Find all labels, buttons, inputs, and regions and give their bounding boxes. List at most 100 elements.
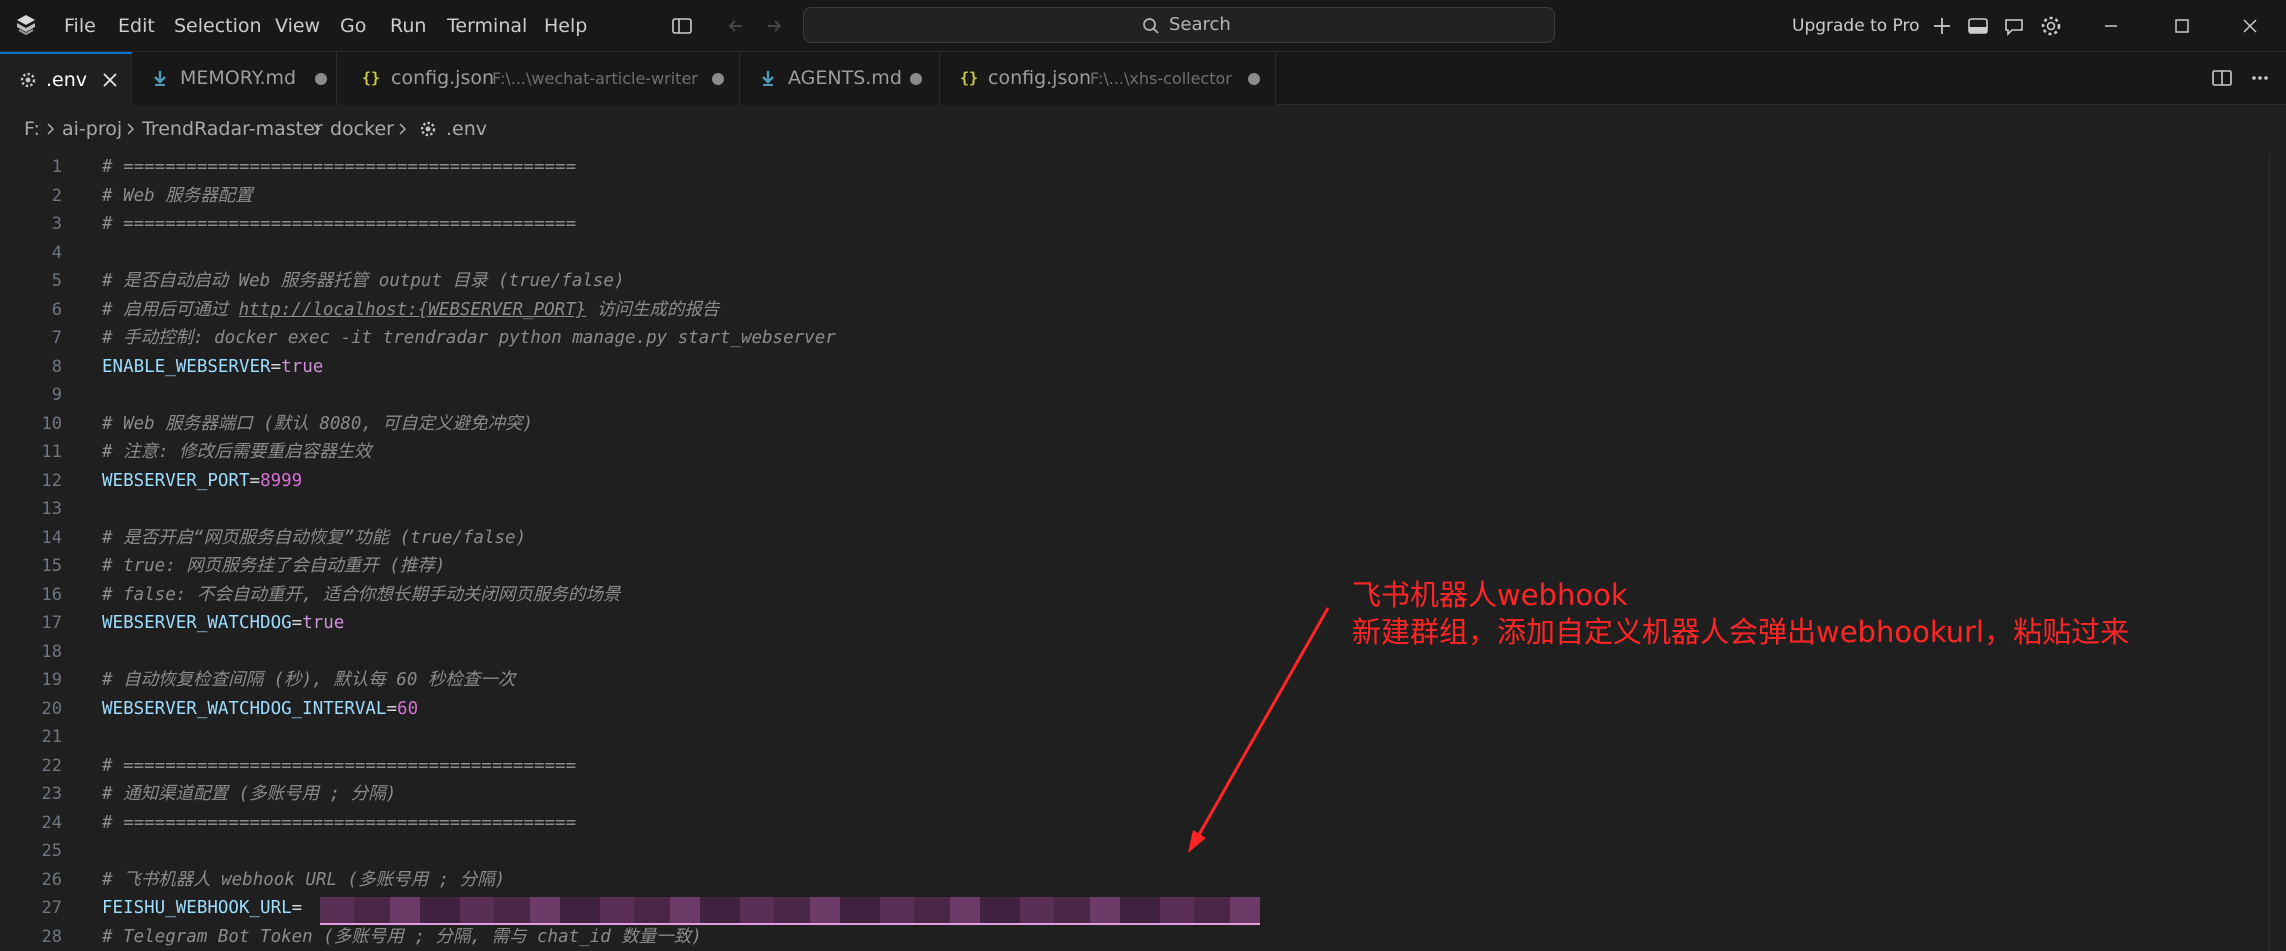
comment-text: # 手动控制: docker exec -it trendradar pytho… [102,328,836,348]
split-editor-icon[interactable] [2208,64,2236,92]
code-line: 26 # 飞书机器人 webhook URL (多账号用 ; 分隔) [0,866,2270,895]
gear-icon [420,121,436,137]
tab-config-json-xhs[interactable]: {} config.json F:\...\xhs-collector [940,52,1276,105]
chat-icon[interactable] [2000,12,2028,40]
tab-description: F:\...\wechat-article-writer [492,69,698,88]
menu-edit[interactable]: Edit [114,12,159,40]
tab-label: AGENTS.md [788,67,902,89]
menu-selection[interactable]: Selection [170,12,266,40]
code-line: 8 ENABLE_WEBSERVER=true [0,353,2270,382]
env-value: true [281,356,324,377]
line-number: 3 [51,214,62,234]
json-icon: {} [362,69,381,87]
menu-run[interactable]: Run [386,12,430,40]
comment-text: # Web 服务器配置 [102,185,253,206]
vertical-scrollbar[interactable] [2269,153,2286,951]
code-line: 4 [0,239,2270,268]
close-window-icon[interactable] [2236,12,2264,40]
line-number: 15 [41,556,62,576]
line-number: 28 [41,926,62,947]
back-arrow-icon[interactable] [722,12,750,40]
app-logo-icon [17,15,35,36]
breadcrumb-drive[interactable]: F: [24,117,40,141]
markdown-icon [762,71,774,86]
comment-text: # Telegram Bot Token (多账号用 ; 分隔, 需与 chat… [102,926,702,947]
json-icon: {} [960,69,979,87]
search-label: Search [1169,14,1231,35]
tab-memory-md[interactable]: MEMORY.md [132,52,337,105]
code-line: 28 # Telegram Bot Token (多账号用 ; 分隔, 需与 ch… [0,923,2270,951]
env-key: WEBSERVER_WATCHDOG [102,613,292,633]
code-editor[interactable]: 1 # =====================================… [0,153,2286,951]
redacted-webhook-value [320,897,1260,925]
comment-url-link[interactable]: http://localhost:{WEBSERVER_PORT} [239,300,587,320]
line-number: 18 [41,641,62,662]
comment-text: # 自动恢复检查间隔 (秒), 默认每 60 秒检查一次 [102,670,516,690]
upgrade-to-pro-link[interactable]: Upgrade to Pro [1792,12,1920,40]
comment-text: # 飞书机器人 webhook URL (多账号用 ; 分隔) [102,869,506,890]
env-assignment: ENABLE_WEBSERVER=true [102,356,324,377]
code-line: 19 # 自动恢复检查间隔 (秒), 默认每 60 秒检查一次 [0,666,2270,695]
code-line: 3 # =====================================… [0,210,2270,239]
close-tab-icon[interactable] [98,68,122,92]
code-line: 14 # 是否开启“网页服务自动恢复”功能 (true/false) [0,524,2270,553]
chevron-right-icon [47,123,55,135]
breadcrumb-trendradar[interactable]: TrendRadar-master [142,117,323,141]
env-assignment: WEBSERVER_WATCHDOG_INTERVAL=60 [102,698,419,719]
line-number: 10 [41,413,62,434]
breadcrumb: F: ai-proj TrendRadar-master docker .env [0,105,2286,153]
tab-env[interactable]: .env [0,52,132,105]
tab-label: .env [46,69,88,91]
breadcrumb-ai-proj[interactable]: ai-proj [62,117,122,141]
tab-label: MEMORY.md [180,67,297,89]
unsaved-dot [1248,73,1260,85]
env-key: FEISHU_WEBHOOK_URL [102,898,292,918]
comment-text: # 启用后可通过 http://localhost:{WEBSERVER_POR… [102,296,719,324]
more-actions-icon[interactable] [2246,64,2274,92]
code-line: 2 # Web 服务器配置 [0,182,2270,211]
command-search-box[interactable]: Search [803,7,1555,43]
code-line: 12 WEBSERVER_PORT=8999 [0,467,2270,496]
line-number: 17 [41,613,62,633]
breadcrumb-docker[interactable]: docker [330,117,394,141]
tab-config-json-wechat[interactable]: {} config.json F:\...\wechat-article-wri… [337,52,740,105]
menu-file[interactable]: File [60,12,100,40]
tab-agents-md[interactable]: AGENTS.md [740,52,940,105]
forward-arrow-icon[interactable] [760,12,788,40]
new-plus-icon[interactable] [1928,12,1956,40]
toggle-sidebar-icon[interactable] [668,12,696,40]
code-line: 9 [0,381,2270,410]
breadcrumb-file[interactable]: .env [446,117,487,141]
line-number: 6 [51,299,62,320]
toggle-panel-icon[interactable] [1964,12,1992,40]
title-bar: File Edit Selection View Go Run Terminal… [0,0,2286,52]
comment-text-part: 访问生成的报告 [586,299,720,320]
chevron-right-icon [313,123,321,135]
unsaved-dot [315,73,327,85]
code-line: 6 # 启用后可通过 http://localhost:{WEBSERVER_PO… [0,296,2270,325]
line-number: 20 [41,698,62,719]
markdown-icon [154,71,166,86]
menu-view[interactable]: View [271,12,324,40]
code-line: 15 # true: 网页服务挂了会自动重开 (推荐) [0,552,2270,581]
code-line: 5 # 是否自动启动 Web 服务器托管 output 目录 (true/fals… [0,267,2270,296]
code-line: 24 # ====================================… [0,809,2270,838]
comment-text: # 通知渠道配置 (多账号用 ; 分隔) [102,784,397,804]
code-line: 23 # 通知渠道配置 (多账号用 ; 分隔) [0,780,2270,809]
settings-gear-icon[interactable] [2037,12,2065,40]
line-number: 21 [41,727,62,747]
line-number: 19 [41,670,62,690]
menu-help[interactable]: Help [540,12,591,40]
comment-text: # true: 网页服务挂了会自动重开 (推荐) [102,556,446,576]
code-line: 11 # 注意: 修改后需要重启容器生效 [0,438,2270,467]
menu-go[interactable]: Go [336,12,370,40]
menu-terminal[interactable]: Terminal [443,12,531,40]
comment-text-part: # 启用后可通过 [102,299,239,320]
chevron-right-icon [399,123,407,135]
comment-text: # 是否自动启动 Web 服务器托管 output 目录 (true/false… [102,271,625,291]
comment-text: # 注意: 修改后需要重启容器生效 [102,442,372,462]
maximize-icon[interactable] [2168,12,2196,40]
minimize-icon[interactable] [2097,12,2125,40]
env-assignment: FEISHU_WEBHOOK_URL= [102,898,303,918]
code-line: 16 # false: 不会自动重开, 适合你想长期手动关闭网页服务的场景 [0,581,2270,610]
